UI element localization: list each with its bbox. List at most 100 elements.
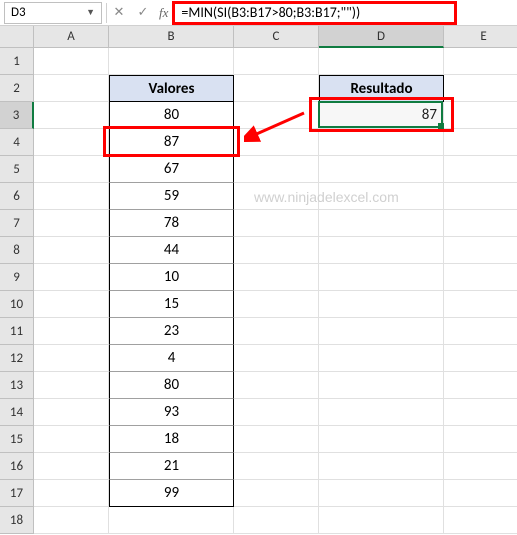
cell-A6[interactable] — [34, 183, 109, 210]
cell-D12[interactable] — [319, 345, 444, 372]
cell-B1[interactable] — [109, 48, 234, 75]
cell-D18[interactable] — [319, 507, 444, 534]
header-valores[interactable]: Valores — [109, 75, 234, 102]
cell-A9[interactable] — [34, 264, 109, 291]
cell-C18[interactable] — [234, 507, 319, 534]
cell-C10[interactable] — [234, 291, 319, 318]
value-cell-1[interactable]: 80 — [109, 102, 234, 129]
col-header-C[interactable]: C — [234, 26, 319, 48]
col-header-A[interactable]: A — [34, 26, 109, 48]
row-header-10[interactable]: 10 — [0, 291, 34, 318]
cell-A11[interactable] — [34, 318, 109, 345]
cell-A12[interactable] — [34, 345, 109, 372]
row-header-5[interactable]: 5 — [0, 156, 34, 183]
row-header-13[interactable]: 13 — [0, 372, 34, 399]
cell-C12[interactable] — [234, 345, 319, 372]
cell-C9[interactable] — [234, 264, 319, 291]
name-box[interactable]: D3 ▼ — [4, 2, 102, 24]
fx-icon[interactable]: fx — [155, 5, 172, 21]
cell-A15[interactable] — [34, 426, 109, 453]
cell-E9[interactable] — [444, 264, 517, 291]
cell-C11[interactable] — [234, 318, 319, 345]
cell-E4[interactable] — [444, 129, 517, 156]
row-header-17[interactable]: 17 — [0, 480, 34, 507]
cell-C16[interactable] — [234, 453, 319, 480]
cell-C14[interactable] — [234, 399, 319, 426]
row-header-8[interactable]: 8 — [0, 237, 34, 264]
cell-D7[interactable] — [319, 210, 444, 237]
cell-A18[interactable] — [34, 507, 109, 534]
value-cell-11[interactable]: 80 — [109, 372, 234, 399]
cell-C3[interactable] — [234, 102, 319, 129]
value-cell-14[interactable]: 21 — [109, 453, 234, 480]
value-cell-10[interactable]: 4 — [109, 345, 234, 372]
cell-A2[interactable] — [34, 75, 109, 102]
cell-D13[interactable] — [319, 372, 444, 399]
cell-E18[interactable] — [444, 507, 517, 534]
row-header-11[interactable]: 11 — [0, 318, 34, 345]
value-cell-15[interactable]: 99 — [109, 480, 234, 507]
row-header-12[interactable]: 12 — [0, 345, 34, 372]
value-cell-3[interactable]: 67 — [109, 156, 234, 183]
row-header-2[interactable]: 2 — [0, 75, 34, 102]
row-header-4[interactable]: 4 — [0, 129, 34, 156]
cell-C4[interactable] — [234, 129, 319, 156]
header-resultado[interactable]: Resultado — [319, 75, 444, 102]
cell-B18[interactable] — [109, 507, 234, 534]
cell-E10[interactable] — [444, 291, 517, 318]
value-cell-13[interactable]: 18 — [109, 426, 234, 453]
row-header-16[interactable]: 16 — [0, 453, 34, 480]
cell-E3[interactable] — [444, 102, 517, 129]
value-cell-7[interactable]: 10 — [109, 264, 234, 291]
cell-A10[interactable] — [34, 291, 109, 318]
cell-A4[interactable] — [34, 129, 109, 156]
cell-A8[interactable] — [34, 237, 109, 264]
cell-E15[interactable] — [444, 426, 517, 453]
select-all-corner[interactable] — [0, 26, 34, 48]
cell-E12[interactable] — [444, 345, 517, 372]
cell-C15[interactable] — [234, 426, 319, 453]
value-cell-12[interactable]: 93 — [109, 399, 234, 426]
cell-C7[interactable] — [234, 210, 319, 237]
row-header-15[interactable]: 15 — [0, 426, 34, 453]
cell-D10[interactable] — [319, 291, 444, 318]
formula-input[interactable]: =MIN(SI(B3:B17>80;B3:B17;"")) — [172, 1, 457, 25]
cell-D17[interactable] — [319, 480, 444, 507]
cell-A3[interactable] — [34, 102, 109, 129]
cell-D8[interactable] — [319, 237, 444, 264]
cell-D16[interactable] — [319, 453, 444, 480]
row-header-9[interactable]: 9 — [0, 264, 34, 291]
cell-C8[interactable] — [234, 237, 319, 264]
cell-D14[interactable] — [319, 399, 444, 426]
cell-A13[interactable] — [34, 372, 109, 399]
row-header-7[interactable]: 7 — [0, 210, 34, 237]
value-cell-6[interactable]: 44 — [109, 237, 234, 264]
value-cell-8[interactable]: 15 — [109, 291, 234, 318]
cell-E14[interactable] — [444, 399, 517, 426]
cell-A1[interactable] — [34, 48, 109, 75]
result-cell[interactable]: 87 — [319, 102, 444, 129]
cell-A14[interactable] — [34, 399, 109, 426]
cell-E5[interactable] — [444, 156, 517, 183]
col-header-B[interactable]: B — [109, 26, 234, 48]
row-header-6[interactable]: 6 — [0, 183, 34, 210]
row-header-1[interactable]: 1 — [0, 48, 34, 75]
cell-D15[interactable] — [319, 426, 444, 453]
cell-A5[interactable] — [34, 156, 109, 183]
col-header-E[interactable]: E — [444, 26, 517, 48]
cell-E16[interactable] — [444, 453, 517, 480]
cell-D11[interactable] — [319, 318, 444, 345]
row-header-14[interactable]: 14 — [0, 399, 34, 426]
cell-E2[interactable] — [444, 75, 517, 102]
cell-A16[interactable] — [34, 453, 109, 480]
cell-C5[interactable] — [234, 156, 319, 183]
row-header-3[interactable]: 3 — [0, 102, 34, 129]
cancel-formula-icon[interactable]: ✕ — [107, 2, 131, 24]
cell-E1[interactable] — [444, 48, 517, 75]
cell-E7[interactable] — [444, 210, 517, 237]
cell-D5[interactable] — [319, 156, 444, 183]
cell-A17[interactable] — [34, 480, 109, 507]
cell-E8[interactable] — [444, 237, 517, 264]
cell-D1[interactable] — [319, 48, 444, 75]
row-header-18[interactable]: 18 — [0, 507, 34, 534]
